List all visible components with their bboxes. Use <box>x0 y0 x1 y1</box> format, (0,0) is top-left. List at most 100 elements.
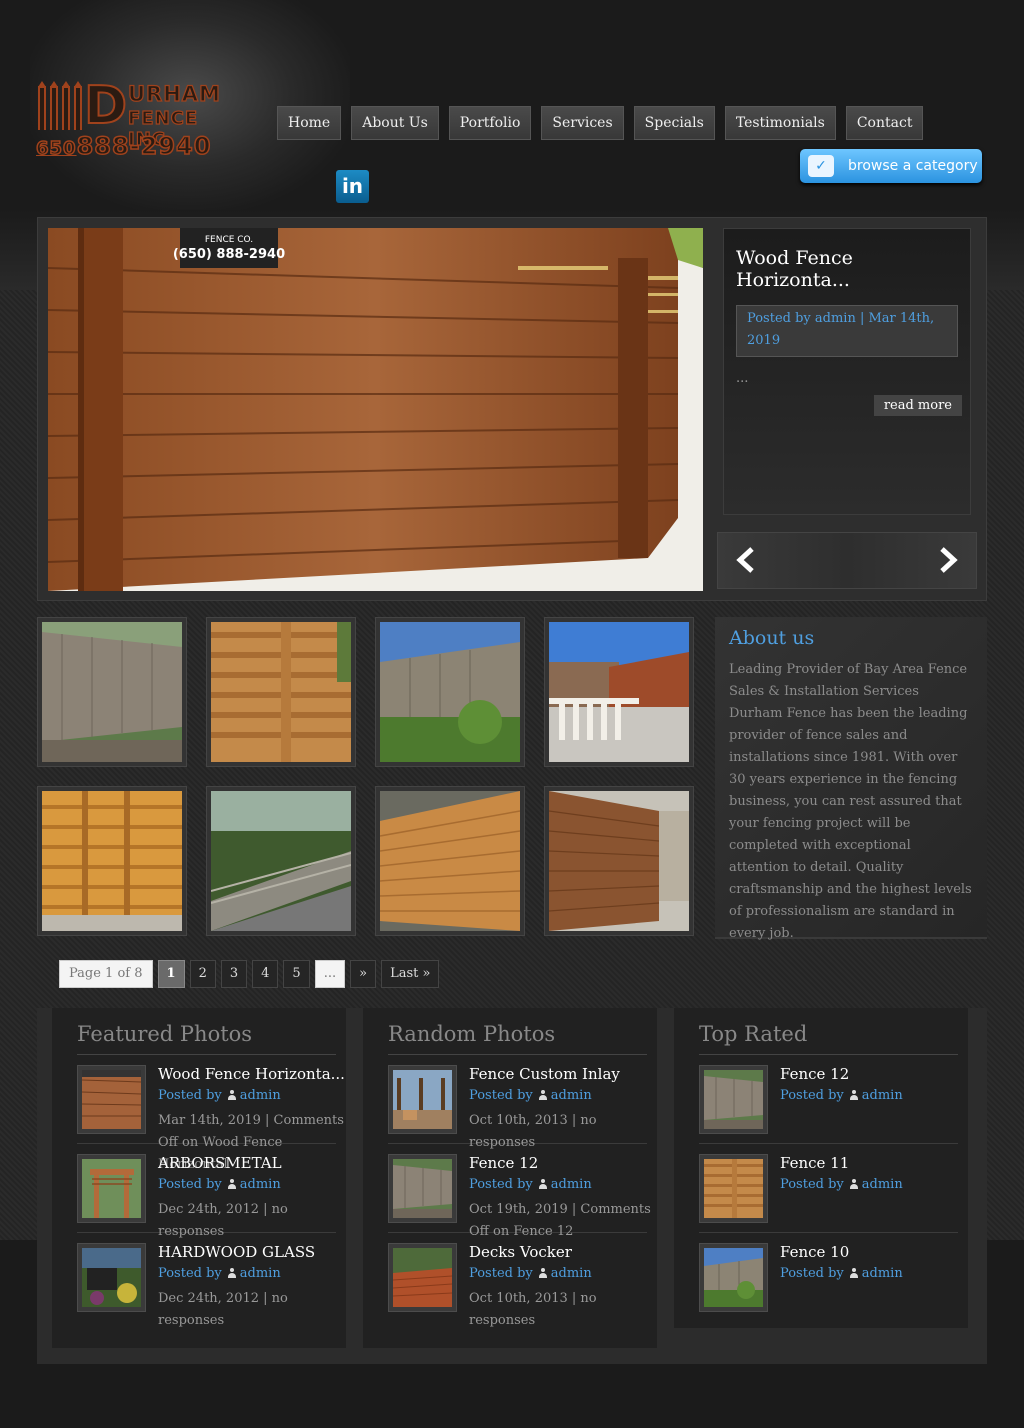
user-icon <box>227 1268 236 1278</box>
about-title: About us <box>729 627 815 649</box>
chevron-down-icon: ✓ <box>808 155 834 177</box>
nav-about-us[interactable]: About Us <box>351 106 439 140</box>
item-byline: Posted by admin <box>780 1266 903 1281</box>
item-title[interactable]: Fence 10 <box>780 1243 849 1261</box>
list-item: Fence 12 Posted by admin <box>699 1055 958 1144</box>
item-thumbnail[interactable] <box>77 1154 146 1223</box>
gallery-thumb[interactable] <box>37 786 187 936</box>
item-title[interactable]: Fence 12 <box>469 1154 538 1172</box>
item-byline: Posted by admin <box>469 1088 592 1103</box>
item-thumbnail[interactable] <box>388 1065 457 1134</box>
item-byline: Posted by admin <box>469 1177 592 1192</box>
slide-image[interactable]: FENCE CO. (650) 888-2940 <box>48 228 703 591</box>
item-title[interactable]: ARBORSMETAL <box>158 1154 282 1172</box>
nav-contact[interactable]: Contact <box>845 106 924 140</box>
item-title[interactable]: Decks Vocker <box>469 1243 572 1261</box>
random-photos-widget: Random Photos Fence Custom Inlay Posted … <box>363 1008 657 1348</box>
item-author[interactable]: admin <box>551 1177 592 1192</box>
nav-specials[interactable]: Specials <box>633 106 715 140</box>
item-thumbnail[interactable] <box>699 1154 768 1223</box>
item-title[interactable]: Fence 12 <box>780 1065 849 1083</box>
item-author[interactable]: admin <box>862 1177 903 1192</box>
logo-line1: URHAM <box>127 81 221 106</box>
gallery-thumb[interactable] <box>37 617 187 767</box>
item-author[interactable]: admin <box>240 1177 281 1192</box>
item-byline: Posted by admin <box>158 1177 281 1192</box>
list-item: ARBORSMETAL Posted by admin Dec 24th, 201… <box>77 1144 336 1239</box>
list-item: Fence Custom Inlay Posted by admin Oct 10… <box>388 1055 647 1150</box>
list-item: Fence 10 Posted by admin <box>699 1233 958 1322</box>
item-date: Dec 24th, 2012 | no responses <box>158 1291 288 1328</box>
linkedin-icon[interactable]: in <box>336 170 369 203</box>
page-link[interactable]: 2 <box>189 960 216 988</box>
featured-slider: FENCE CO. (650) 888-2940 Wood Fence Hori… <box>37 217 987 601</box>
featured-photos-widget: Featured Photos Wood Fence Horizonta... … <box>52 1008 346 1348</box>
fence-pickets-icon <box>36 81 86 130</box>
item-title[interactable]: Fence Custom Inlay <box>469 1065 620 1083</box>
user-icon <box>538 1179 547 1189</box>
user-icon <box>538 1090 547 1100</box>
gallery-thumb[interactable] <box>544 786 694 936</box>
nav-testimonials[interactable]: Testimonials <box>724 106 836 140</box>
slide-meta[interactable]: Posted by admin | Mar 14th, 2019 <box>736 305 958 357</box>
arrow-left-icon[interactable] <box>732 545 762 575</box>
item-title[interactable]: Fence 11 <box>780 1154 849 1172</box>
item-thumbnail[interactable] <box>77 1243 146 1312</box>
user-icon <box>227 1090 236 1100</box>
item-author[interactable]: admin <box>862 1266 903 1281</box>
about-text: Leading Provider of Bay Area Fence Sales… <box>729 662 972 941</box>
page-link[interactable]: 4 <box>252 960 279 988</box>
item-thumbnail[interactable] <box>388 1154 457 1223</box>
slide-excerpt: ... <box>736 371 749 386</box>
item-byline: Posted by admin <box>158 1088 281 1103</box>
item-byline: Posted by admin <box>158 1266 281 1281</box>
gallery-thumb[interactable] <box>544 617 694 767</box>
item-byline: Posted by admin <box>780 1088 903 1103</box>
page-dots: ... <box>314 960 346 988</box>
nav-services[interactable]: Services <box>541 106 624 140</box>
site-logo[interactable]: D URHAM FENCE INC. 650888-2940 <box>35 76 241 161</box>
item-author[interactable]: admin <box>240 1266 281 1281</box>
list-item: HARDWOOD GLASS Posted by admin Dec 24th, … <box>77 1233 336 1328</box>
user-icon <box>849 1179 858 1189</box>
item-thumbnail[interactable] <box>699 1243 768 1312</box>
item-thumbnail[interactable] <box>77 1065 146 1134</box>
main-nav: Home About Us Portfolio Services Special… <box>277 106 924 140</box>
logo-letter: D <box>83 76 128 136</box>
page-last[interactable]: Last » <box>381 960 440 988</box>
gallery-thumb[interactable] <box>206 786 356 936</box>
user-icon <box>538 1268 547 1278</box>
user-icon <box>849 1090 858 1100</box>
slide-nav <box>717 532 977 589</box>
gallery-thumb[interactable] <box>375 786 525 936</box>
browse-category-dropdown[interactable]: ✓ browse a category <box>800 149 982 183</box>
pagination: Page 1 of 8 1 2 3 4 5 ... » Last » <box>59 960 440 988</box>
footer-widgets: Featured Photos Wood Fence Horizonta... … <box>37 1008 987 1364</box>
page-link[interactable]: 5 <box>283 960 310 988</box>
page-info: Page 1 of 8 <box>59 960 153 988</box>
item-author[interactable]: admin <box>551 1266 592 1281</box>
widget-title: Random Photos <box>388 1022 647 1055</box>
item-thumbnail[interactable] <box>388 1243 457 1312</box>
item-title[interactable]: Wood Fence Horizonta... <box>158 1065 345 1083</box>
item-byline: Posted by admin <box>469 1266 592 1281</box>
item-author[interactable]: admin <box>240 1088 281 1103</box>
slide-title[interactable]: Wood Fence Horizonta... <box>736 247 958 291</box>
page-link[interactable]: 3 <box>220 960 248 988</box>
page-next[interactable]: » <box>350 960 377 988</box>
item-title[interactable]: HARDWOOD GLASS <box>158 1243 315 1261</box>
arrow-right-icon[interactable] <box>932 545 962 575</box>
item-thumbnail[interactable] <box>699 1065 768 1134</box>
widget-title: Top Rated <box>699 1022 958 1055</box>
item-author[interactable]: admin <box>551 1088 592 1103</box>
gallery-thumb[interactable] <box>375 617 525 767</box>
item-byline: Posted by admin <box>780 1177 903 1192</box>
nav-portfolio[interactable]: Portfolio <box>448 106 532 140</box>
list-item: Wood Fence Horizonta... Posted by admin M… <box>77 1055 345 1172</box>
item-date: Oct 10th, 2013 | no responses <box>469 1291 597 1328</box>
logo-area-code: 650 <box>35 137 77 160</box>
gallery-thumb[interactable] <box>206 617 356 767</box>
read-more-button[interactable]: read more <box>873 395 962 416</box>
item-author[interactable]: admin <box>862 1088 903 1103</box>
nav-home[interactable]: Home <box>277 106 342 140</box>
